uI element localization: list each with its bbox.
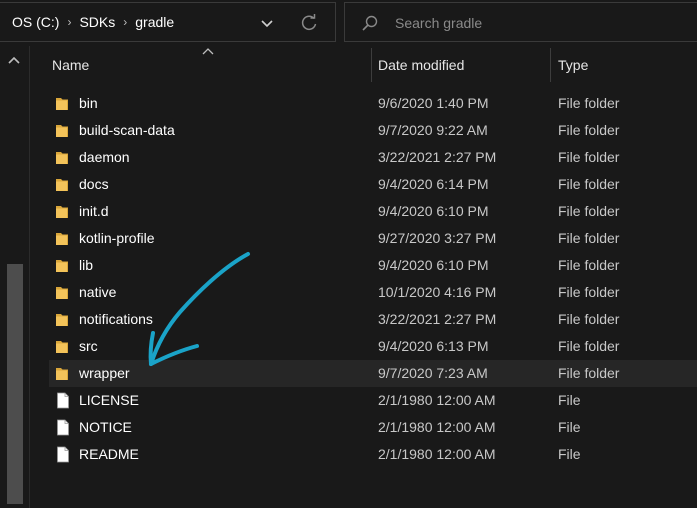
file-row-kotlin-profile[interactable]: kotlin-profile 9/27/2020 3:27 PM File fold… (49, 225, 697, 252)
file-explorer-window: OS (C:) › SDKs › gradle Search gradle Na… (0, 0, 697, 508)
breadcrumb-item-sdks[interactable]: SDKs (79, 14, 115, 30)
file-type: File folder (558, 338, 620, 354)
column-header-name[interactable]: Name (52, 46, 89, 84)
file-type: File folder (558, 230, 620, 246)
file-date-modified: 9/4/2020 6:13 PM (378, 338, 489, 354)
file-row-docs[interactable]: docs 9/4/2020 6:14 PM File folder (49, 171, 697, 198)
file-row-notice[interactable]: NOTICE 2/1/1980 12:00 AM File (49, 414, 697, 441)
file-icon (57, 392, 69, 409)
file-name: NOTICE (79, 419, 132, 435)
file-row-notifications[interactable]: notifications 3/22/2021 2:27 PM File folde… (49, 306, 697, 333)
file-row-bin[interactable]: bin 9/6/2020 1:40 PM File folder (49, 90, 697, 117)
file-date-modified: 9/6/2020 1:40 PM (378, 95, 489, 111)
folder-icon (56, 233, 68, 245)
folder-icon (56, 260, 68, 272)
file-name: README (79, 446, 139, 462)
folder-icon (56, 368, 68, 380)
file-row-init-d[interactable]: init.d 9/4/2020 6:10 PM File folder (49, 198, 697, 225)
file-name: wrapper (79, 365, 130, 381)
file-row-build-scan-data[interactable]: build-scan-data 9/7/2020 9:22 AM File fold… (49, 117, 697, 144)
file-date-modified: 2/1/1980 12:00 AM (378, 446, 496, 462)
explorer-toolbar: OS (C:) › SDKs › gradle (0, 0, 697, 46)
file-type: File folder (558, 311, 620, 327)
file-type: File folder (558, 365, 620, 381)
address-bar[interactable]: OS (C:) › SDKs › gradle (0, 2, 336, 42)
file-name: bin (79, 95, 98, 111)
folder-icon (56, 206, 68, 218)
file-date-modified: 2/1/1980 12:00 AM (378, 392, 496, 408)
file-row-src[interactable]: src 9/4/2020 6:13 PM File folder (49, 333, 697, 360)
file-date-modified: 9/4/2020 6:14 PM (378, 176, 489, 192)
file-type: File folder (558, 203, 620, 219)
file-type: File folder (558, 149, 620, 165)
file-icon (57, 446, 69, 463)
column-divider[interactable] (550, 48, 551, 82)
file-type: File (558, 419, 581, 435)
file-row-license[interactable]: LICENSE 2/1/1980 12:00 AM File (49, 387, 697, 414)
file-date-modified: 9/7/2020 7:23 AM (378, 365, 488, 381)
column-header-date-modified[interactable]: Date modified (378, 46, 464, 84)
file-date-modified: 9/4/2020 6:10 PM (378, 257, 489, 273)
file-rows: bin 9/6/2020 1:40 PM File folder build-scan… (31, 90, 697, 468)
file-name: kotlin-profile (79, 230, 155, 246)
sort-ascending-icon (202, 48, 214, 55)
file-type: File folder (558, 95, 620, 111)
folder-icon (56, 179, 68, 191)
chevron-down-icon[interactable] (256, 12, 278, 34)
file-list: Name Date modified Type bin 9/6/2020 1:40… (31, 46, 697, 508)
file-row-native[interactable]: native 10/1/2020 4:16 PM File folder (49, 279, 697, 306)
file-name: docs (79, 176, 109, 192)
file-icon (57, 419, 69, 436)
file-date-modified: 9/27/2020 3:27 PM (378, 230, 497, 246)
folder-icon (56, 98, 68, 110)
refresh-icon[interactable] (298, 12, 320, 34)
navigation-scrollbar-thumb[interactable] (7, 264, 23, 504)
file-type: File folder (558, 176, 620, 192)
file-type: File folder (558, 257, 620, 273)
file-name: notifications (79, 311, 153, 327)
column-divider[interactable] (371, 48, 372, 82)
folder-icon (56, 287, 68, 299)
navigation-pane (0, 46, 30, 508)
file-date-modified: 3/22/2021 2:27 PM (378, 311, 497, 327)
file-type: File (558, 392, 581, 408)
search-box[interactable] (344, 2, 697, 42)
file-date-modified: 9/7/2020 9:22 AM (378, 122, 488, 138)
file-row-wrapper[interactable]: wrapper 9/7/2020 7:23 AM File folder (49, 360, 697, 387)
file-date-modified: 3/22/2021 2:27 PM (378, 149, 497, 165)
file-name: init.d (79, 203, 109, 219)
search-icon (362, 15, 378, 31)
folder-icon (56, 152, 68, 164)
folder-icon (56, 125, 68, 137)
file-row-lib[interactable]: lib 9/4/2020 6:10 PM File folder (49, 252, 697, 279)
breadcrumb-separator-icon[interactable]: › (67, 15, 71, 29)
file-name: src (79, 338, 98, 354)
file-name: LICENSE (79, 392, 139, 408)
file-type: File folder (558, 284, 620, 300)
folder-icon (56, 314, 68, 326)
file-date-modified: 9/4/2020 6:10 PM (378, 203, 489, 219)
column-header-row: Name Date modified Type (31, 46, 697, 84)
file-name: native (79, 284, 117, 300)
scroll-up-icon[interactable] (6, 54, 22, 66)
file-row-readme[interactable]: README 2/1/1980 12:00 AM File (49, 441, 697, 468)
breadcrumb-item-drive[interactable]: OS (C:) (12, 14, 59, 30)
file-name: daemon (79, 149, 130, 165)
file-row-daemon[interactable]: daemon 3/22/2021 2:27 PM File folder (49, 144, 697, 171)
search-input[interactable] (395, 11, 685, 35)
file-date-modified: 10/1/2020 4:16 PM (378, 284, 497, 300)
file-date-modified: 2/1/1980 12:00 AM (378, 419, 496, 435)
folder-icon (56, 341, 68, 353)
breadcrumb-item-gradle[interactable]: gradle (135, 14, 174, 30)
file-type: File folder (558, 122, 620, 138)
file-type: File (558, 446, 581, 462)
file-name: build-scan-data (79, 122, 175, 138)
file-name: lib (79, 257, 94, 273)
breadcrumb: OS (C:) › SDKs › gradle (12, 3, 174, 41)
breadcrumb-separator-icon[interactable]: › (123, 15, 127, 29)
column-header-type[interactable]: Type (558, 46, 588, 84)
